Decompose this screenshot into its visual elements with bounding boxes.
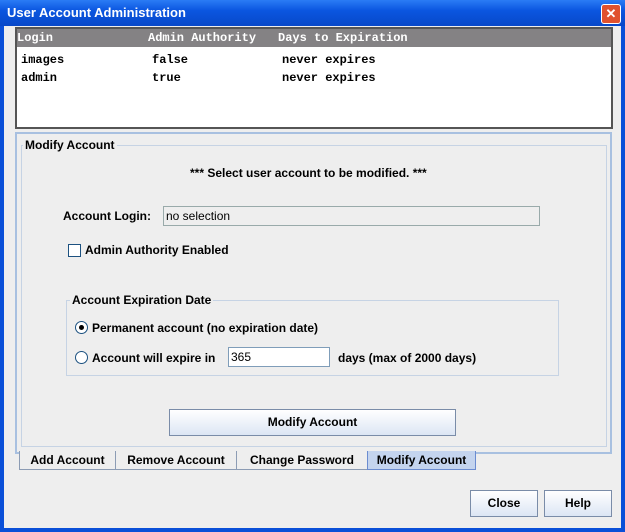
modify-account-button[interactable]: Modify Account — [169, 409, 456, 436]
expire-label[interactable]: Account will expire in — [92, 351, 215, 365]
close-button[interactable]: Close — [470, 490, 538, 517]
cell-days: never expires — [282, 71, 376, 85]
cell-admin: false — [152, 53, 189, 67]
col-days[interactable]: Days to Expiration — [278, 31, 408, 45]
table-header: Login Admin Authority Days to Expiration — [17, 29, 611, 47]
client-area: Login Admin Authority Days to Expiration… — [4, 26, 621, 528]
accounts-table[interactable]: Login Admin Authority Days to Expiration… — [15, 27, 613, 129]
tab-modify-account[interactable]: Modify Account — [367, 451, 476, 470]
group-title: Modify Account — [23, 138, 117, 152]
admin-authority-label[interactable]: Admin Authority Enabled — [85, 243, 229, 257]
table-row[interactable]: images false never expires — [17, 51, 611, 69]
tab-change-password[interactable]: Change Password — [236, 451, 368, 470]
days-input[interactable]: 365 — [228, 347, 330, 367]
cell-admin: true — [152, 71, 181, 85]
col-admin[interactable]: Admin Authority — [148, 31, 256, 45]
expire-radio[interactable] — [75, 351, 88, 364]
permanent-label[interactable]: Permanent account (no expiration date) — [92, 321, 318, 335]
permanent-radio[interactable] — [75, 321, 88, 334]
cell-login: images — [21, 53, 65, 67]
cell-login: admin — [21, 71, 58, 85]
cell-days: never expires — [282, 53, 376, 67]
tab-remove-account[interactable]: Remove Account — [115, 451, 237, 470]
days-suffix: days (max of 2000 days) — [338, 351, 477, 365]
dialog-window: User Account Administration ✕ Login Admi… — [0, 0, 625, 532]
tab-add-account[interactable]: Add Account — [19, 451, 116, 470]
login-label: Account Login: — [63, 209, 151, 223]
admin-authority-checkbox[interactable] — [68, 244, 81, 257]
account-login-field: no selection — [163, 206, 540, 226]
col-login[interactable]: Login — [17, 31, 53, 45]
expiration-group-title: Account Expiration Date — [70, 293, 214, 307]
window-title: User Account Administration — [7, 5, 186, 20]
table-row[interactable]: admin true never expires — [17, 69, 611, 87]
help-button[interactable]: Help — [544, 490, 612, 517]
title-bar: User Account Administration ✕ — [0, 0, 625, 26]
close-window-icon[interactable]: ✕ — [601, 4, 621, 24]
instruction-text: *** Select user account to be modified. … — [190, 166, 427, 180]
